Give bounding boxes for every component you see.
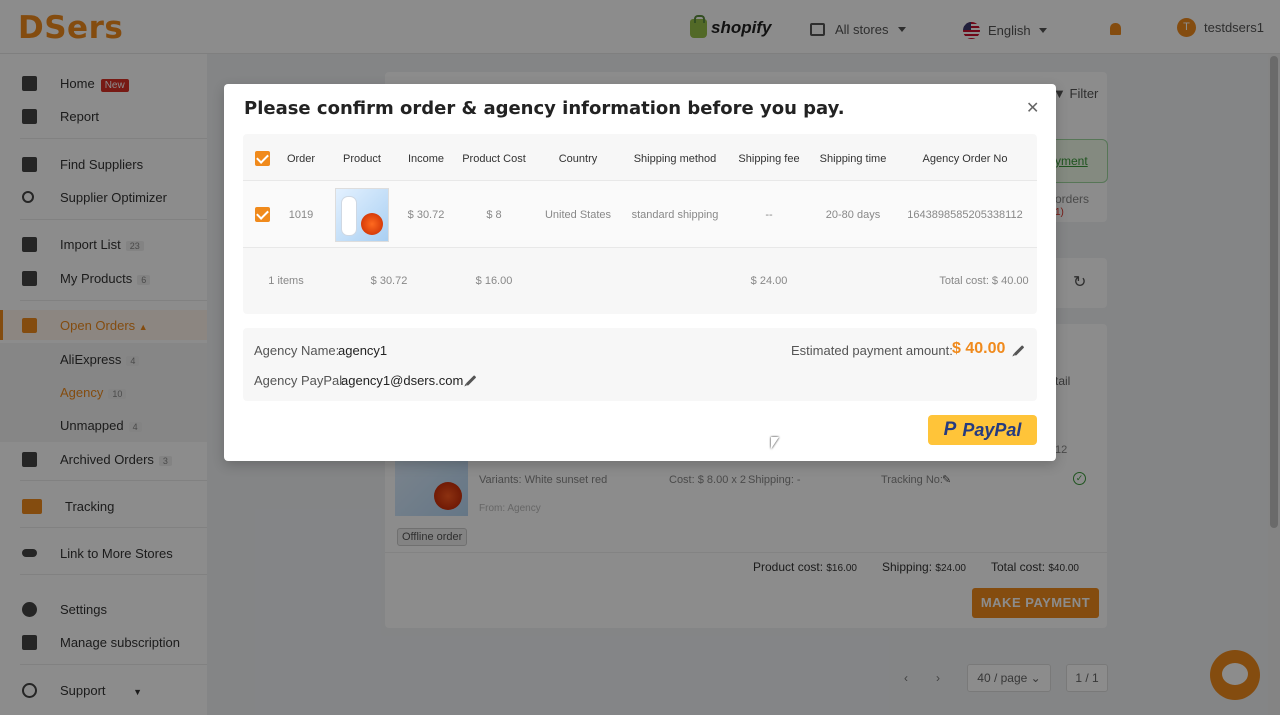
table-footer: 1 items $ 30.72 $ 16.00 $ 24.00 Total co…: [243, 248, 1037, 314]
footer-product-cost: $ 16.00: [475, 275, 513, 287]
table-row: 1019 $ 30.72 $ 8 United States standard …: [243, 180, 1037, 248]
agency-name-label: Agency Name:: [254, 343, 340, 358]
order-table: Order Product Income Product Cost Countr…: [243, 134, 1037, 314]
agency-info-panel: Agency Name: agency1 Agency PayPal: agen…: [243, 328, 1037, 401]
modal-title: Please confirm order & agency informatio…: [244, 98, 845, 119]
cell-country: United States: [544, 209, 612, 221]
col-shipping-method: Shipping method: [633, 153, 717, 165]
estimated-amount-value: $ 40.00: [952, 340, 1006, 357]
footer-total: Total cost: $ 40.00: [939, 275, 1029, 287]
footer-items: 1 items: [268, 275, 304, 287]
paypal-button[interactable]: P PayPal: [928, 415, 1037, 445]
sunset-lamp: [361, 213, 383, 235]
col-income: Income: [407, 153, 445, 165]
col-country: Country: [558, 153, 598, 165]
cell-shipping-method: standard shipping: [631, 209, 719, 221]
edit-pencil-icon[interactable]: [465, 375, 477, 386]
edit-pencil-icon[interactable]: [1013, 345, 1025, 356]
col-product-cost: Product Cost: [462, 153, 526, 165]
cell-income: $ 30.72: [407, 209, 445, 221]
cell-order: 1019: [288, 209, 314, 221]
cell-agency-order-no: 1643898585205338112: [907, 209, 1023, 221]
col-shipping-fee: Shipping fee: [738, 153, 800, 165]
estimated-amount-label: Estimated payment amount:: [791, 343, 953, 358]
footer-income: $ 30.72: [370, 275, 408, 287]
select-all-checkbox[interactable]: [255, 151, 270, 166]
agency-paypal-label: Agency PayPal:: [254, 373, 346, 388]
confirm-payment-modal: Please confirm order & agency informatio…: [224, 84, 1056, 461]
paypal-wordmark: PayPal: [962, 420, 1021, 441]
close-icon[interactable]: ✕: [1026, 98, 1039, 118]
paypal-label: PayPal: [962, 419, 1022, 440]
cell-product-cost: $ 8: [486, 209, 502, 221]
mouse-cursor-icon: [771, 437, 779, 449]
table-header: Order Product Income Product Cost Countr…: [243, 134, 1037, 180]
col-agency-order-no: Agency Order No: [922, 153, 1008, 165]
col-shipping-time: Shipping time: [819, 153, 887, 165]
agency-paypal-value: agency1@dsers.com: [341, 373, 464, 388]
product-image[interactable]: [335, 188, 389, 242]
cell-shipping-time: 20-80 days: [825, 209, 881, 221]
row-checkbox[interactable]: [255, 207, 270, 222]
cell-shipping-fee: --: [765, 209, 773, 221]
agency-name-value: agency1: [338, 343, 388, 358]
astronaut-figure: [342, 197, 356, 235]
col-product: Product: [343, 153, 381, 165]
col-order: Order: [286, 153, 316, 165]
paypal-logo-icon: P: [943, 419, 957, 440]
footer-shipping-fee: $ 24.00: [750, 275, 788, 287]
